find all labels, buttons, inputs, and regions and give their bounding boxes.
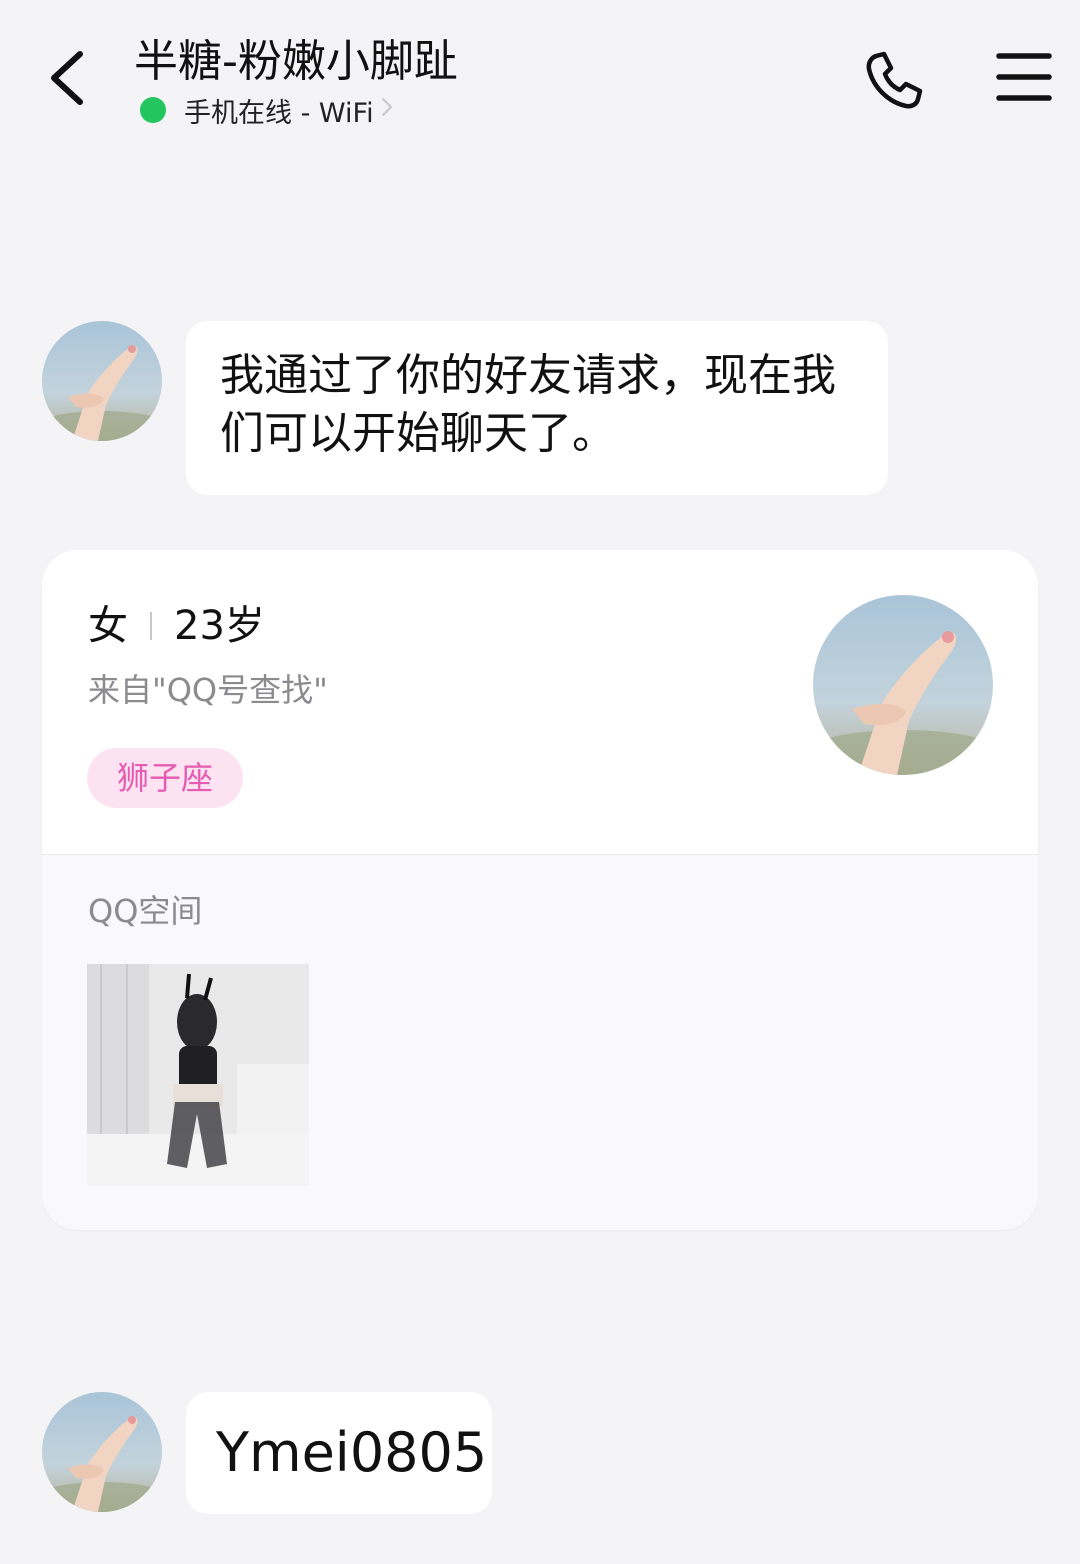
profile-card[interactable]: 女 23岁 来自"QQ号查找" 狮子座 QQ空间 — [42, 550, 1038, 1230]
qzone-photo-thumbnail[interactable] — [87, 964, 309, 1186]
phone-icon — [866, 51, 923, 109]
contact-name[interactable]: 半糖-粉嫩小脚趾 — [134, 34, 458, 90]
add-source-label: 来自"QQ号查找" — [88, 671, 328, 709]
gender-age: 女 23岁 — [88, 600, 265, 652]
profile-card-info: 女 23岁 来自"QQ号查找" 狮子座 — [42, 550, 1038, 854]
contact-avatar[interactable] — [42, 1392, 162, 1512]
zodiac-tag: 狮子座 — [87, 748, 243, 808]
contact-avatar[interactable] — [42, 321, 162, 441]
online-status-text: 手机在线 - WiFi — [184, 97, 374, 129]
hamburger-menu-icon — [996, 53, 1052, 101]
chevron-left-icon — [51, 51, 83, 105]
chevron-right-icon — [380, 95, 394, 126]
message-bubble[interactable]: 我通过了你的好友请求，现在我们可以开始聊天了。 — [186, 321, 888, 495]
online-dot-icon — [140, 97, 166, 123]
divider — [150, 612, 152, 640]
qzone-title: QQ空间 — [88, 892, 203, 930]
online-status[interactable]: 手机在线 - WiFi — [140, 92, 394, 129]
gender-label: 女 — [88, 603, 128, 649]
voice-call-button[interactable] — [862, 48, 926, 112]
message-bubble[interactable]: Ymei0805 — [186, 1392, 492, 1514]
chat-header: 半糖-粉嫩小脚趾 手机在线 - WiFi — [0, 0, 1080, 150]
back-button[interactable] — [40, 42, 100, 112]
more-menu-button[interactable] — [996, 50, 1052, 104]
profile-avatar[interactable] — [813, 595, 993, 775]
qzone-section[interactable]: QQ空间 — [42, 854, 1038, 1230]
age-label: 23岁 — [174, 603, 265, 649]
